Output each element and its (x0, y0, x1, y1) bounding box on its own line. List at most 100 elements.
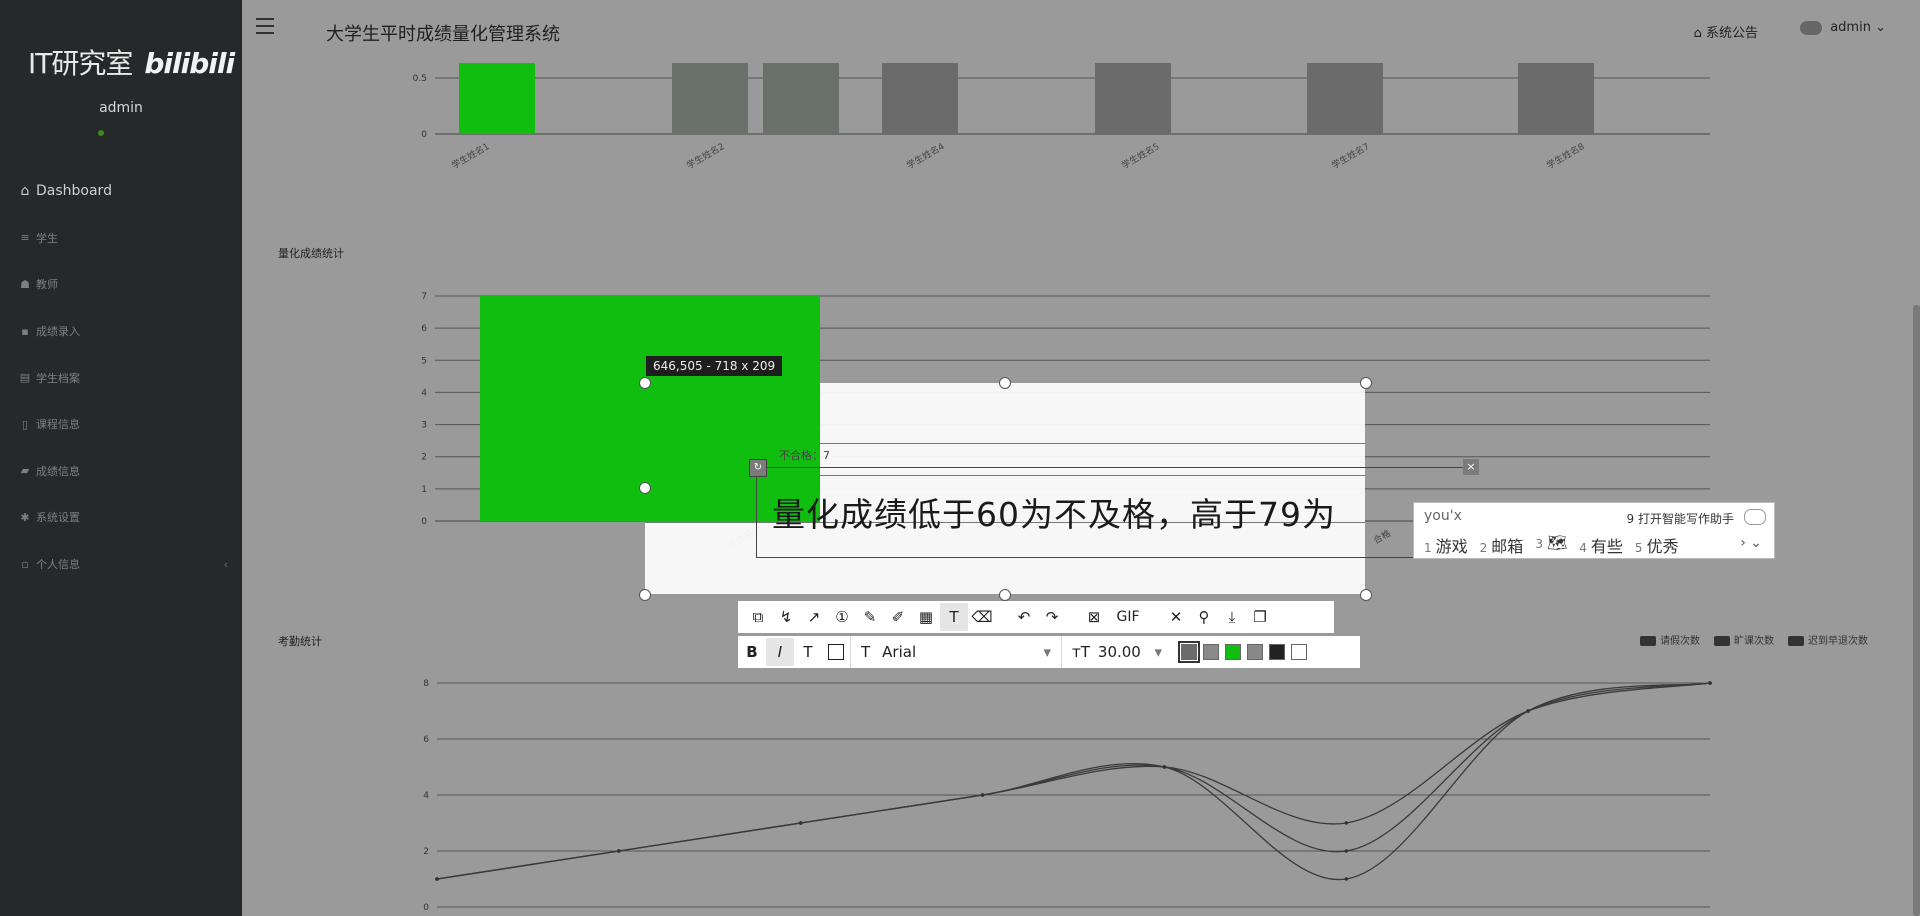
legend-item[interactable]: 迟到早退次数 (1788, 632, 1868, 647)
resize-handle-l[interactable] (639, 482, 651, 494)
sidebar-item-label: 课程信息 (36, 418, 80, 432)
notice-label: 系统公告 (1705, 26, 1758, 41)
user-icon: ☗ (20, 277, 30, 291)
bold-icon[interactable]: B (738, 638, 766, 666)
resize-handle-bl[interactable] (639, 589, 651, 601)
candidate-text: 有些 (1590, 537, 1623, 556)
shape-icon[interactable]: ⧉ (744, 603, 772, 631)
sidebar-username: admin (99, 100, 143, 116)
candidate-number: 1 (1424, 541, 1432, 555)
text-outline-icon[interactable]: T (794, 638, 822, 666)
mosaic-icon[interactable]: ▦ (912, 603, 940, 631)
candidate-number: 2 (1479, 541, 1488, 555)
font-family-select[interactable]: T Arial ▾ (850, 636, 1062, 668)
bar (763, 63, 839, 134)
system-notice-link[interactable]: ⌂ 系统公告 (1694, 22, 1758, 41)
eraser-icon[interactable]: ⌫ (968, 603, 996, 631)
sidebar-item-3[interactable]: ▪ 成绩录入 (18, 308, 228, 355)
attendance-chart: 0 2 4 6 8 (423, 679, 1712, 913)
gif-button[interactable]: GIF (1108, 603, 1148, 631)
resize-handle-b[interactable] (999, 589, 1011, 601)
sidebar-item-6[interactable]: ▰ 成绩信息 (18, 448, 228, 495)
pen-icon[interactable]: ✎ (856, 603, 884, 631)
x-tick-label: 学生姓名8 (1544, 140, 1586, 171)
page-scrollbar[interactable] (1913, 305, 1920, 916)
brand-logo: IT研究室 bilibili (28, 42, 235, 82)
selection-size-label: 646,505 - 718 x 209 (646, 356, 783, 376)
ime-candidate[interactable]: 5 优秀 (1635, 533, 1679, 557)
redo-icon[interactable]: ↷ (1038, 603, 1066, 631)
polyline-icon[interactable]: ↯ (772, 603, 800, 631)
sidebar-item-2[interactable]: ☗ 教师 (18, 261, 228, 308)
rotate-handle-icon[interactable]: ↻ (749, 459, 767, 477)
ocr-icon[interactable]: ⊠ (1080, 603, 1108, 631)
x-tick-label: 学生姓名2 (684, 140, 726, 171)
sidebar-item-5[interactable]: ▯ 课程信息 (18, 401, 228, 448)
sidebar-item-7[interactable]: ✱ 系统设置 (18, 494, 228, 541)
legend-label: 迟到早退次数 (1808, 636, 1868, 647)
assistant-icon[interactable] (1744, 509, 1766, 525)
font-size-select[interactable]: ᴛT 30.00 ▾ (1062, 643, 1172, 661)
ime-candidate-window[interactable]: you'x 9 打开智能写作助手 1 游戏 2 邮箱 3 🗺 4 有些 5 优秀 › ⌄ (1413, 502, 1775, 559)
ime-candidate[interactable]: 1 游戏 (1424, 533, 1468, 557)
ime-candidate[interactable]: 2 邮箱 (1480, 533, 1524, 557)
chart-icon: ▰ (20, 464, 30, 478)
resize-handle-br[interactable] (1360, 589, 1372, 601)
ime-next-page-icon[interactable]: › ⌄ (1740, 535, 1762, 551)
candidate-text: 🗺 (1546, 533, 1568, 552)
close-annotation-icon[interactable]: × (1463, 459, 1479, 475)
sidebar-item-1[interactable]: ≡ 学生 (18, 215, 228, 262)
color-swatch[interactable] (1203, 644, 1219, 660)
highlighter-icon[interactable]: ✐ (884, 603, 912, 631)
resize-handle-t[interactable] (999, 377, 1011, 389)
sidebar: IT研究室 bilibili admin ⌂ Dashboard ≡ 学生 ☗ 教师 ▪ 成绩录… (0, 0, 242, 916)
number-marker-icon[interactable]: ① (828, 603, 856, 631)
resize-handle-tr[interactable] (1360, 377, 1372, 389)
data-point (617, 849, 621, 853)
bar (1518, 63, 1594, 134)
annotation-text[interactable]: 量化成绩低于60为不及格，高于79为 (772, 488, 1336, 536)
page-title: 大学生平时成绩量化管理系统 (326, 24, 560, 45)
sidebar-item-dashboard[interactable]: ⌂ Dashboard (18, 168, 228, 215)
italic-icon[interactable]: I (766, 638, 794, 666)
chevron-icon: ‹ (223, 557, 228, 571)
bar (1095, 63, 1171, 134)
sidebar-item-4[interactable]: ▤ 学生档案 (18, 354, 228, 401)
color-swatch[interactable] (1225, 644, 1241, 660)
sidebar-item-label: 系统设置 (36, 511, 80, 525)
y-tick-label: 8 (423, 679, 429, 689)
resize-handle-tl[interactable] (639, 377, 651, 389)
color-swatch[interactable] (1247, 644, 1263, 660)
sidebar-item-label: Dashboard (36, 183, 112, 200)
color-swatch[interactable] (1269, 644, 1285, 660)
pin-icon[interactable]: ⚲ (1190, 603, 1218, 631)
ime-assistant-link[interactable]: 9 打开智能写作助手 (1627, 510, 1734, 527)
menu-toggle-icon[interactable] (256, 18, 274, 39)
data-point (1526, 709, 1530, 713)
brand-text: IT研究室 (28, 47, 133, 80)
text-tool-icon[interactable]: T (940, 603, 968, 631)
legend-item[interactable]: 请假次数 (1640, 632, 1700, 647)
chart-tooltip: 不合格：7 (779, 449, 830, 462)
ime-candidate[interactable]: 3 🗺 (1535, 533, 1567, 557)
ime-candidate[interactable]: 4 有些 (1579, 533, 1623, 557)
y-tick-label: 6 (423, 735, 429, 745)
close-icon[interactable]: ✕ (1162, 603, 1190, 631)
arrow-icon[interactable]: ↗ (800, 603, 828, 631)
data-point (980, 793, 985, 797)
undo-icon[interactable]: ↶ (1010, 603, 1038, 631)
quant-section-title: 量化成绩统计 (278, 247, 344, 260)
sidebar-item-8[interactable]: ▫ 个人信息 ‹ (18, 541, 228, 588)
sidebar-item-label: 学生 (36, 231, 58, 245)
copy-icon[interactable]: ❐ (1246, 603, 1274, 631)
user-menu[interactable]: admin ⌄ (1800, 20, 1886, 35)
data-point (435, 877, 439, 881)
text-background-icon[interactable] (822, 638, 850, 666)
color-swatch[interactable] (1291, 644, 1307, 660)
download-icon[interactable]: ⤓ (1218, 603, 1246, 631)
legend-item[interactable]: 旷课次数 (1714, 632, 1774, 647)
bar (459, 63, 535, 134)
screenshot-toolbar: ⧉ ↯ ↗ ① ✎ ✐ ▦ T ⌫ ↶ ↷ ⊠ GIF ✕ ⚲ ⤓ ❐ (738, 601, 1334, 633)
y-tick-label: 1 (421, 485, 427, 495)
color-swatch[interactable] (1178, 641, 1200, 663)
